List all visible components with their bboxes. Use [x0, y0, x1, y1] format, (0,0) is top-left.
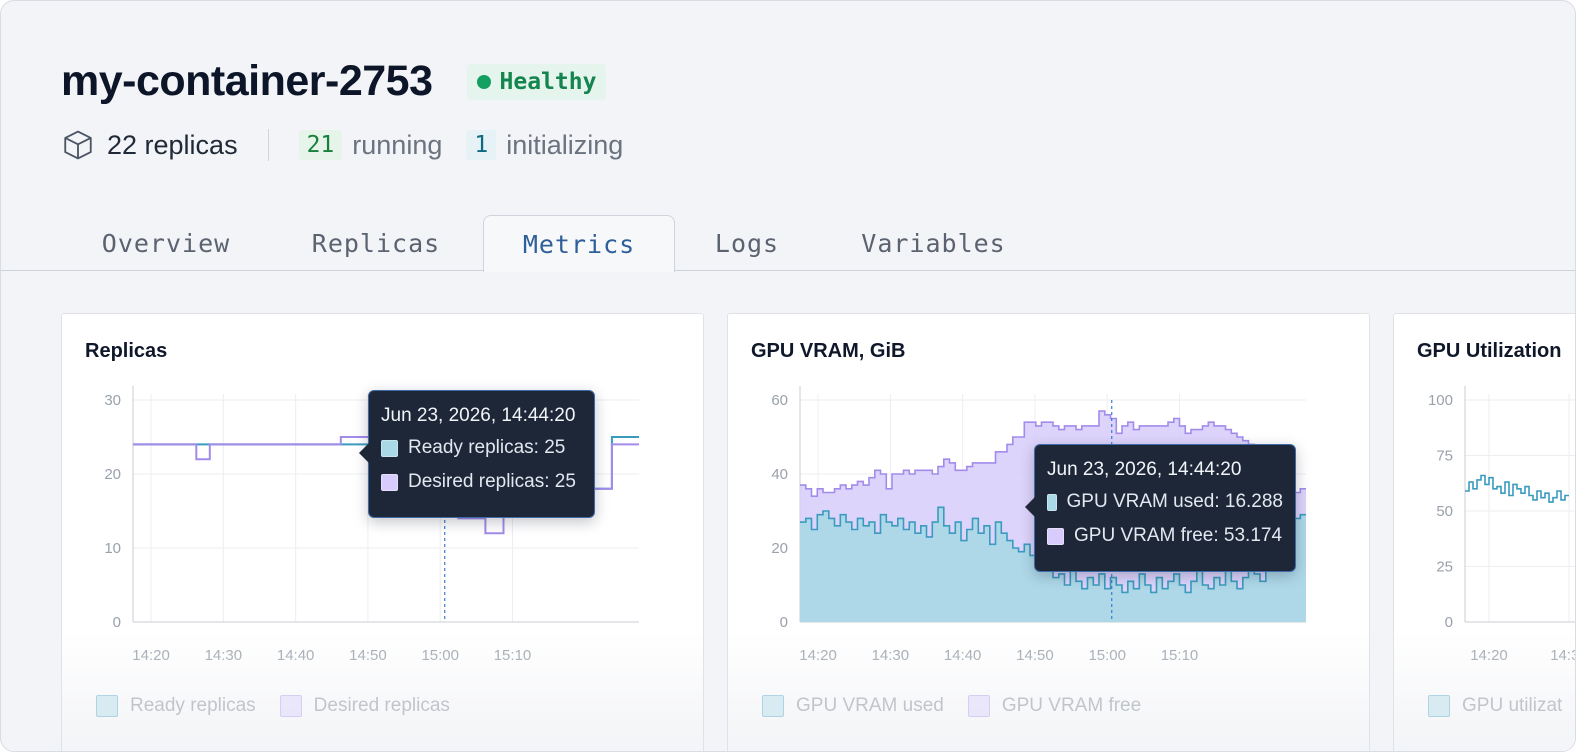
legend-item-desired-replicas[interactable]: Desired replicas — [279, 695, 450, 717]
status-dot-icon — [476, 74, 491, 89]
legend-label: GPU VRAM free — [1001, 695, 1142, 716]
tooltip-arrow — [359, 443, 369, 463]
x-tick-label: 14:20 — [1470, 647, 1508, 664]
replicas-chart[interactable]: 0 10 20 30 14:20 14:30 14:40 14:50 15:00 15:10 — [62, 314, 704, 752]
tooltip-row: Desired replicas: 25 — [381, 471, 582, 493]
y-tick-label: 20 — [104, 466, 121, 483]
initializing-count-badge: 1 — [466, 130, 497, 160]
series-line — [1465, 474, 1569, 503]
x-tick-label: 14:50 — [1016, 647, 1054, 664]
legend-label: Desired replicas — [313, 695, 450, 716]
tooltip-arrow — [1025, 497, 1035, 517]
replicas-chart-panel: Replicas 0 10 20 30 14:20 14:30 14:40 14:50 15:0… — [61, 313, 704, 752]
y-tick-label: 60 — [771, 392, 788, 409]
y-tick-label: 30 — [104, 392, 121, 409]
app-window: my-container-2753 Healthy 22 replicas 21… — [0, 0, 1576, 752]
legend-swatch — [967, 695, 990, 717]
tooltip-row: GPU VRAM used: 16.288 — [1047, 491, 1283, 513]
tab-bar: Overview Replicas Metrics Logs Variables — [1, 215, 1575, 272]
tooltip-value: GPU VRAM free: 53.174 — [1074, 525, 1283, 546]
tooltip-swatch — [381, 439, 398, 457]
tab-overview[interactable]: Overview — [71, 215, 261, 271]
x-tick-label: 14:40 — [944, 647, 982, 664]
y-tick-label: 0 — [113, 614, 121, 631]
x-tick-label: 14:20 — [799, 647, 837, 664]
legend-item-ready-replicas[interactable]: Ready replicas — [96, 695, 256, 717]
y-tick-label: 0 — [1445, 614, 1453, 631]
legend-label: GPU utilizat — [1462, 695, 1563, 716]
x-tick-label: 14:30 — [1550, 647, 1576, 664]
chart-legend: GPU utilizat — [1428, 695, 1575, 717]
x-tick-label: 14:50 — [349, 647, 387, 664]
status-badge: Healthy — [466, 63, 607, 100]
tab-logs[interactable]: Logs — [687, 215, 807, 271]
tooltip-swatch — [381, 473, 398, 491]
gpu-utilization-chart[interactable]: 0 25 50 75 100 14:20 14:30 — [1394, 314, 1576, 752]
x-tick-label: 14:40 — [277, 647, 315, 664]
y-tick-label: 40 — [771, 466, 788, 483]
y-tick-label: 50 — [1436, 503, 1453, 520]
running-label: running — [352, 129, 443, 160]
y-tick-label: 75 — [1436, 448, 1453, 465]
initializing-label: initializing — [506, 129, 624, 160]
divider — [267, 129, 269, 161]
legend-label: Ready replicas — [130, 695, 256, 716]
x-tick-label: 15:10 — [494, 647, 532, 664]
replica-summary: 22 replicas 21 running 1 initializing — [61, 125, 647, 165]
x-tick-label: 14:30 — [205, 647, 243, 664]
y-tick-label: 100 — [1428, 392, 1453, 409]
tab-variables[interactable]: Variables — [831, 215, 1036, 271]
x-tick-label: 15:10 — [1161, 647, 1199, 664]
legend-label: GPU VRAM used — [796, 695, 944, 716]
gpu-utilization-chart-panel: GPU Utilization 025507510014:2014:30 GPU… — [1393, 313, 1576, 752]
x-tick-label: 15:00 — [1088, 647, 1126, 664]
x-tick-label: 15:00 — [421, 647, 459, 664]
status-label: Healthy — [499, 68, 597, 95]
legend-item-gpu-vram-used[interactable]: GPU VRAM used — [762, 695, 944, 717]
y-tick-label: 20 — [771, 540, 788, 557]
tooltip-row: GPU VRAM free: 53.174 — [1047, 525, 1283, 547]
tooltip-value: GPU VRAM used: 16.288 — [1066, 491, 1284, 512]
chart-legend: Ready replicas Desired replicas — [96, 695, 474, 717]
y-tick-label: 0 — [780, 614, 788, 631]
x-tick-label: 14:20 — [132, 647, 170, 664]
chart-tooltip: Jun 23, 2026, 14:44:20 GPU VRAM used: 16… — [1025, 444, 1296, 572]
y-tick-label: 25 — [1436, 559, 1453, 576]
chart-tooltip: Jun 23, 2026, 14:44:20 Ready replicas: 2… — [359, 390, 595, 518]
gpu-vram-chart-panel: GPU VRAM, GiB 0 20 40 60 14:20 14:30 14:40 14:5… — [727, 313, 1370, 751]
tab-metrics[interactable]: Metrics — [483, 215, 675, 272]
tooltip-time: Jun 23, 2026, 14:44:20 — [1047, 459, 1242, 480]
x-tick-label: 14:30 — [872, 647, 910, 664]
running-count-badge: 21 — [298, 130, 343, 160]
legend-swatch — [1428, 695, 1450, 717]
chart-legend: GPU VRAM used GPU VRAM free — [762, 695, 1165, 717]
cube-icon — [64, 130, 92, 160]
legend-swatch — [279, 695, 302, 717]
y-tick-label: 10 — [104, 540, 121, 557]
tooltip-row: Ready replicas: 25 — [381, 437, 582, 459]
page-title: my-container-2753 — [61, 57, 433, 105]
tooltip-value: Desired replicas: 25 — [408, 471, 576, 492]
legend-swatch — [96, 695, 118, 717]
title-row: my-container-2753 Healthy — [61, 57, 607, 106]
tab-replicas[interactable]: Replicas — [281, 215, 471, 271]
replica-count: 22 replicas — [107, 129, 238, 160]
tooltip-swatch — [1047, 493, 1057, 511]
legend-swatch — [762, 695, 784, 717]
legend-item-gpu-utilization[interactable]: GPU utilizat — [1428, 695, 1562, 717]
legend-item-gpu-vram-free[interactable]: GPU VRAM free — [967, 695, 1142, 717]
tooltip-time: Jun 23, 2026, 14:44:20 — [381, 405, 576, 426]
tooltip-value: Ready replicas: 25 — [408, 437, 566, 458]
tooltip-swatch — [1047, 527, 1064, 545]
